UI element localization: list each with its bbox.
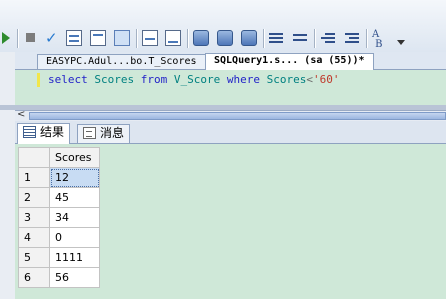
- sql-keyword: select: [48, 73, 88, 86]
- sql-query-text[interactable]: select Scores from V_Score where Scores<…: [48, 73, 339, 86]
- comment-lines-icon[interactable]: [268, 30, 284, 46]
- stop-icon[interactable]: [26, 33, 35, 42]
- table-row: 4 0: [18, 227, 100, 248]
- table-row: 6 56: [18, 267, 100, 288]
- tab-results[interactable]: 结果: [17, 123, 71, 144]
- grid-corner[interactable]: [18, 147, 50, 168]
- toolbar-separator: [314, 29, 316, 48]
- query-options-icon[interactable]: [90, 30, 106, 46]
- toolbar-separator: [366, 29, 368, 48]
- sql-identifier: Scores: [94, 73, 135, 86]
- grid-cell[interactable]: 56: [49, 267, 100, 288]
- column-header[interactable]: Scores: [49, 147, 100, 168]
- tab-results-label: 结果: [40, 125, 65, 139]
- scroll-left-icon[interactable]: <: [17, 109, 25, 120]
- sql-plan-icon[interactable]: [193, 30, 209, 46]
- include-plan-icon[interactable]: [241, 30, 257, 46]
- toolbar-separator: [187, 29, 189, 48]
- tab-messages[interactable]: 消息: [77, 124, 131, 143]
- specify-values-icon[interactable]: A B: [372, 30, 388, 50]
- execute-icon[interactable]: [2, 32, 10, 44]
- toolbar-separator: [263, 29, 265, 48]
- grid-cell[interactable]: 45: [49, 187, 100, 208]
- parse-check-icon[interactable]: ✓: [45, 30, 61, 46]
- sql-identifier: V_Score: [173, 73, 221, 86]
- row-number[interactable]: 3: [18, 207, 50, 228]
- row-number[interactable]: 4: [18, 227, 50, 248]
- table-row: 5 1111: [18, 247, 100, 268]
- result-tabs: 结果 消息: [15, 121, 446, 144]
- tab-messages-label: 消息: [100, 126, 125, 140]
- table-row: 3 34: [18, 207, 100, 228]
- sql-string: '60': [312, 73, 340, 86]
- toolbar: ✓ A B: [0, 0, 446, 53]
- sql-keyword: from: [140, 73, 168, 86]
- results-grid-area: Scores 1 12 2 45 3 34 4 0 5 1111 6 56: [15, 144, 446, 299]
- table-row: 2 45: [18, 187, 100, 208]
- increase-indent-icon[interactable]: [344, 30, 360, 46]
- display-plan-icon[interactable]: [66, 30, 82, 46]
- uncomment-lines-icon[interactable]: [292, 30, 308, 46]
- grid-cell[interactable]: 1111: [49, 247, 100, 268]
- grid-cell[interactable]: 34: [49, 207, 100, 228]
- toolbar-separator: [17, 29, 19, 48]
- results-to-grid-icon[interactable]: [114, 30, 130, 46]
- client-statistics-icon[interactable]: [217, 30, 233, 46]
- horizontal-scrollbar[interactable]: <: [15, 109, 446, 121]
- tab-sql-query[interactable]: SQLQuery1.s... (sa (55))*: [205, 53, 374, 70]
- row-number[interactable]: 1: [18, 167, 50, 188]
- scrollbar-thumb[interactable]: [29, 112, 446, 120]
- sql-operator: <: [306, 73, 313, 86]
- results-grid: Scores 1 12 2 45 3 34 4 0 5 1111 6 56: [18, 147, 100, 288]
- query-editor[interactable]: select Scores from V_Score where Scores<…: [15, 70, 446, 105]
- chevron-down-icon[interactable]: [397, 40, 405, 45]
- object-explorer-strip: [0, 52, 15, 299]
- row-number[interactable]: 5: [18, 247, 50, 268]
- tab-table-view[interactable]: EASYPC.Adul...bo.T_Scores: [37, 54, 206, 69]
- document-tabs: EASYPC.Adul...bo.T_Scores SQLQuery1.s...…: [15, 52, 446, 70]
- message-icon: [83, 127, 96, 139]
- grid-cell[interactable]: 12: [49, 167, 100, 188]
- results-to-text-icon[interactable]: [142, 30, 158, 46]
- sql-keyword: where: [226, 73, 260, 86]
- decrease-indent-icon[interactable]: [320, 30, 336, 46]
- row-number[interactable]: 2: [18, 187, 50, 208]
- changed-line-marker: [37, 73, 40, 87]
- grid-icon: [23, 126, 36, 138]
- table-row: 1 12: [18, 167, 100, 188]
- results-to-file-icon[interactable]: [165, 30, 181, 46]
- row-number[interactable]: 6: [18, 267, 50, 288]
- grid-cell[interactable]: 0: [49, 227, 100, 248]
- sql-identifier: Scores: [266, 73, 307, 86]
- toolbar-separator: [136, 29, 138, 48]
